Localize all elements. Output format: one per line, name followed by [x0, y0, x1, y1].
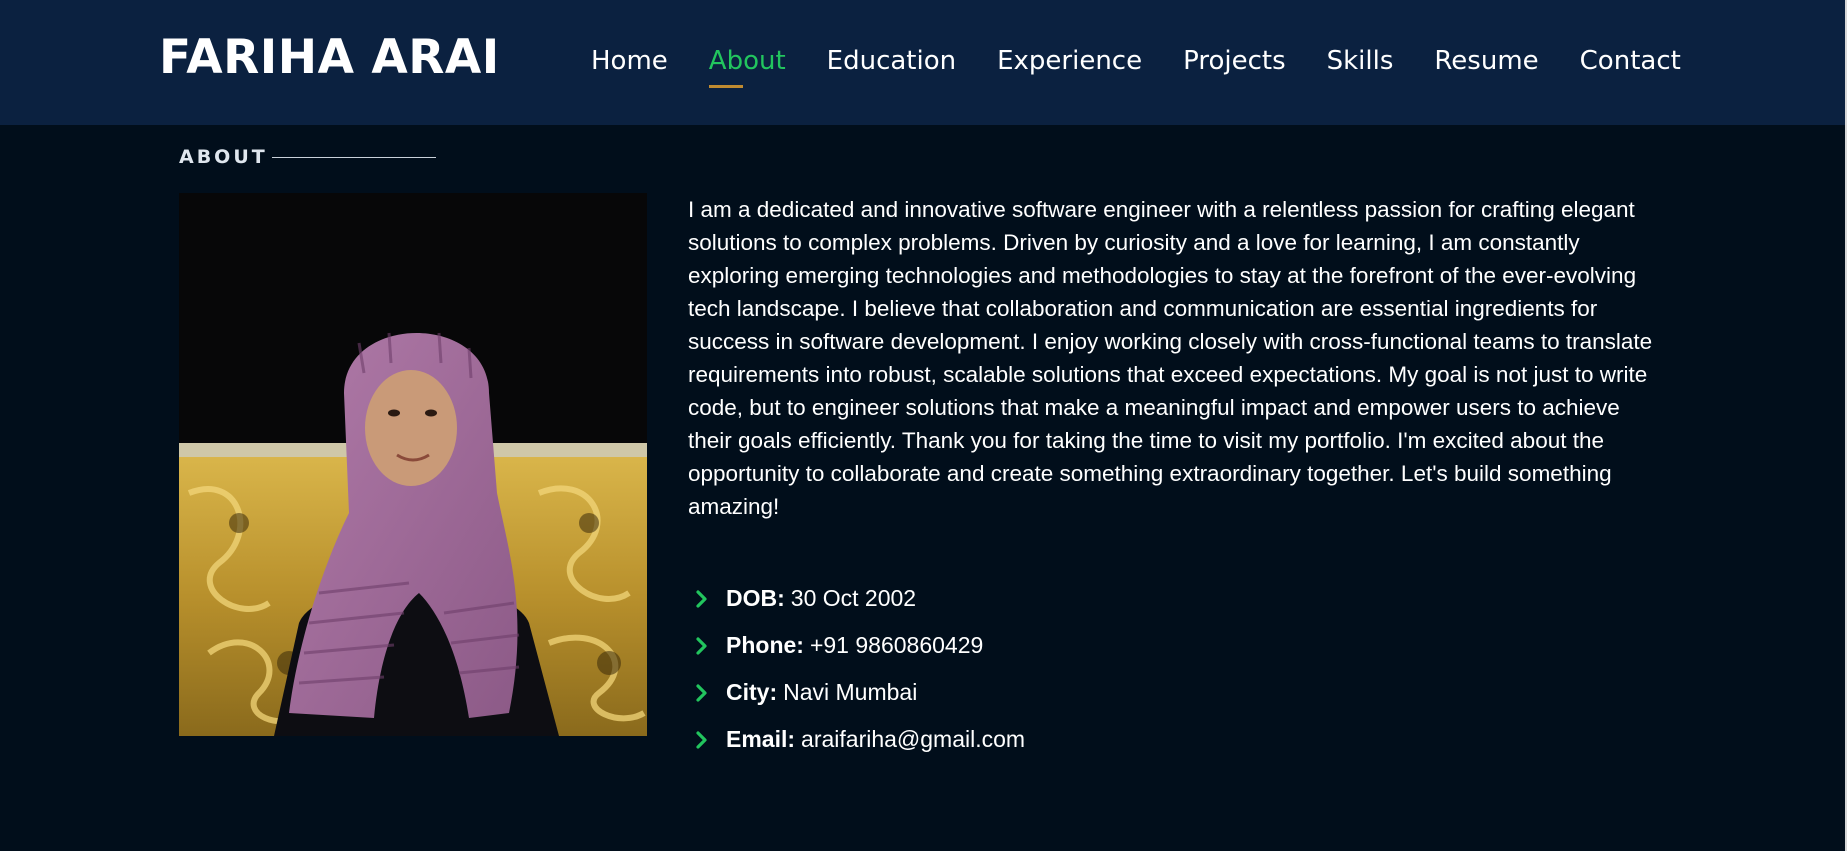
active-nav-underline: [708, 85, 743, 88]
nav-item-resume[interactable]: Resume: [1434, 44, 1538, 78]
detail-dob: DOB: 30 Oct 2002: [695, 575, 1025, 622]
chevron-right-icon: [696, 636, 707, 655]
profile-photo-illustration: [179, 193, 647, 736]
about-bio: I am a dedicated and innovative software…: [688, 197, 1653, 519]
detail-label: Phone:: [726, 632, 804, 658]
chevron-right-icon: [696, 683, 707, 702]
detail-label: DOB:: [726, 585, 785, 611]
personal-details-list: DOB: 30 Oct 2002 Phone: +91 9860860429 C…: [695, 575, 1025, 763]
detail-email: Email: araifariha@gmail.com: [695, 716, 1025, 763]
main-nav: Home About Education Experience Projects…: [591, 44, 1722, 88]
nav-item-about[interactable]: About: [708, 44, 786, 88]
nav-item-about-label: About: [708, 46, 786, 76]
detail-value: +91 9860860429: [809, 632, 984, 658]
nav-item-contact[interactable]: Contact: [1580, 44, 1681, 78]
nav-item-education[interactable]: Education: [827, 44, 956, 78]
detail-city: City: Navi Mumbai: [695, 669, 1025, 716]
site-header: FARIHA ARAI Home About Education Experie…: [0, 0, 1845, 125]
page: FARIHA ARAI Home About Education Experie…: [0, 0, 1847, 851]
nav-item-experience[interactable]: Experience: [997, 44, 1142, 78]
detail-value: araifariha@gmail.com: [801, 726, 1026, 752]
section-title-divider: [272, 157, 436, 158]
chevron-right-icon: [696, 589, 707, 608]
nav-item-home[interactable]: Home: [591, 44, 668, 78]
detail-value: 30 Oct 2002: [790, 585, 917, 611]
detail-value: Navi Mumbai: [783, 679, 918, 705]
chevron-right-icon: [696, 730, 707, 749]
detail-label: City:: [726, 679, 778, 705]
nav-item-skills[interactable]: Skills: [1327, 44, 1394, 78]
profile-photo: [179, 193, 647, 736]
detail-label: Email:: [726, 726, 796, 752]
nav-item-projects[interactable]: Projects: [1183, 44, 1286, 78]
detail-phone: Phone: +91 9860860429: [695, 622, 1025, 669]
section-title: ABOUT: [179, 146, 268, 168]
site-logo[interactable]: FARIHA ARAI: [159, 28, 500, 88]
